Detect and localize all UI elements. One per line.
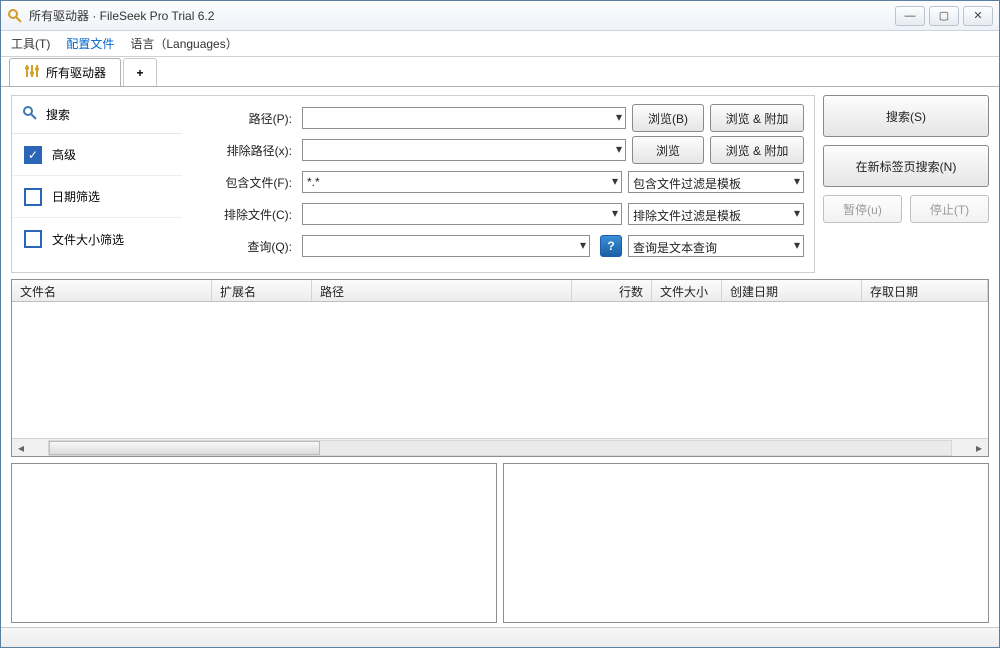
search-header: 搜索	[12, 96, 182, 134]
exclude-mode-combo[interactable]: 排除文件过滤是模板	[628, 203, 804, 225]
option-size-filter[interactable]: 文件大小筛选	[12, 218, 182, 260]
option-advanced[interactable]: ✓ 高级	[12, 134, 182, 176]
label-include-files: 包含文件(F):	[182, 174, 296, 191]
tab-add[interactable]: +	[123, 58, 157, 86]
minimize-button[interactable]: —	[895, 6, 925, 26]
horizontal-scrollbar[interactable]: ◂ ▸	[12, 438, 988, 456]
label-exclude-path: 排除路径(x):	[182, 142, 296, 159]
close-button[interactable]: ✕	[963, 6, 993, 26]
sliders-icon	[24, 63, 40, 82]
option-label: 文件大小筛选	[52, 231, 124, 248]
search-icon	[22, 105, 38, 124]
app-window: 所有驱动器 · FileSeek Pro Trial 6.2 — ▢ ✕ 工具(…	[0, 0, 1000, 648]
action-buttons: 搜索(S) 在新标签页搜索(N) 暂停(u) 停止(T)	[823, 95, 989, 273]
include-files-combo[interactable]: *.*	[302, 171, 622, 193]
top-panel: 搜索 ✓ 高级 日期筛选 文件大小筛选	[11, 95, 989, 273]
results-header: 文件名 扩展名 路径 行数 文件大小 创建日期 存取日期	[12, 280, 988, 302]
row-query: 查询(Q): ? 查询是文本查询	[182, 230, 804, 262]
preview-pane-right[interactable]	[503, 463, 989, 623]
col-created[interactable]: 创建日期	[722, 280, 862, 301]
results-panel: 文件名 扩展名 路径 行数 文件大小 创建日期 存取日期 ◂ ▸	[11, 279, 989, 457]
plus-icon: +	[137, 66, 144, 80]
window-controls: — ▢ ✕	[891, 6, 993, 26]
row-path: 路径(P): 浏览(B) 浏览 & 附加	[182, 102, 804, 134]
label-exclude-files: 排除文件(C):	[182, 206, 296, 223]
browse-append-exclude-button[interactable]: 浏览 & 附加	[710, 136, 804, 164]
path-combo[interactable]	[302, 107, 626, 129]
pause-button[interactable]: 暂停(u)	[823, 195, 902, 223]
menu-tools[interactable]: 工具(T)	[11, 35, 50, 52]
bottom-panes	[11, 463, 989, 623]
browse-exclude-button[interactable]: 浏览	[632, 136, 704, 164]
exclude-path-combo[interactable]	[302, 139, 626, 161]
menubar: 工具(T) 配置文件 语言（Languages）	[1, 31, 999, 57]
app-icon	[7, 8, 23, 24]
col-accessed[interactable]: 存取日期	[862, 280, 988, 301]
label-path: 路径(P):	[182, 110, 296, 127]
include-mode-combo[interactable]: 包含文件过滤是模板	[628, 171, 804, 193]
window-title: 所有驱动器 · FileSeek Pro Trial 6.2	[29, 7, 891, 24]
scroll-track[interactable]	[48, 440, 952, 456]
col-path[interactable]: 路径	[312, 280, 572, 301]
form-area: 路径(P): 浏览(B) 浏览 & 附加 排除路径(x): 浏览 浏览 & 附加…	[182, 96, 814, 272]
checkbox-icon	[24, 230, 42, 248]
stop-button[interactable]: 停止(T)	[910, 195, 989, 223]
search-label: 搜索	[46, 106, 70, 123]
search-button[interactable]: 搜索(S)	[823, 95, 989, 137]
row-exclude-path: 排除路径(x): 浏览 浏览 & 附加	[182, 134, 804, 166]
scroll-left-icon[interactable]: ◂	[12, 440, 30, 456]
col-filename[interactable]: 文件名	[12, 280, 212, 301]
row-exclude-files: 排除文件(C): 排除文件过滤是模板	[182, 198, 804, 230]
content-area: 搜索 ✓ 高级 日期筛选 文件大小筛选	[1, 87, 999, 627]
query-mode-combo[interactable]: 查询是文本查询	[628, 235, 804, 257]
exclude-files-combo[interactable]	[302, 203, 622, 225]
menu-profiles[interactable]: 配置文件	[66, 35, 114, 52]
label-query: 查询(Q):	[182, 238, 296, 255]
statusbar	[1, 627, 999, 647]
search-card: 搜索 ✓ 高级 日期筛选 文件大小筛选	[11, 95, 815, 273]
scroll-thumb[interactable]	[49, 441, 320, 455]
side-options: 搜索 ✓ 高级 日期筛选 文件大小筛选	[12, 96, 182, 272]
pause-stop-group: 暂停(u) 停止(T)	[823, 195, 989, 223]
menu-languages[interactable]: 语言（Languages）	[130, 35, 237, 52]
browse-append-path-button[interactable]: 浏览 & 附加	[710, 104, 804, 132]
titlebar: 所有驱动器 · FileSeek Pro Trial 6.2 — ▢ ✕	[1, 1, 999, 31]
col-ext[interactable]: 扩展名	[212, 280, 312, 301]
results-body[interactable]	[12, 302, 988, 438]
tab-label: 所有驱动器	[46, 64, 106, 81]
query-combo[interactable]	[302, 235, 590, 257]
maximize-button[interactable]: ▢	[929, 6, 959, 26]
option-date-filter[interactable]: 日期筛选	[12, 176, 182, 218]
scroll-right-icon[interactable]: ▸	[970, 440, 988, 456]
checkbox-icon	[24, 188, 42, 206]
query-help-button[interactable]: ?	[600, 235, 622, 257]
option-label: 日期筛选	[52, 188, 100, 205]
checkbox-checked-icon: ✓	[24, 146, 42, 164]
tabbar: 所有驱动器 +	[1, 57, 999, 87]
option-label: 高级	[52, 146, 76, 163]
col-size[interactable]: 文件大小	[652, 280, 722, 301]
preview-pane-left[interactable]	[11, 463, 497, 623]
row-include-files: 包含文件(F): *.* 包含文件过滤是模板	[182, 166, 804, 198]
col-lines[interactable]: 行数	[572, 280, 652, 301]
search-newtab-button[interactable]: 在新标签页搜索(N)	[823, 145, 989, 187]
tab-all-drives[interactable]: 所有驱动器	[9, 58, 121, 86]
browse-path-button[interactable]: 浏览(B)	[632, 104, 704, 132]
